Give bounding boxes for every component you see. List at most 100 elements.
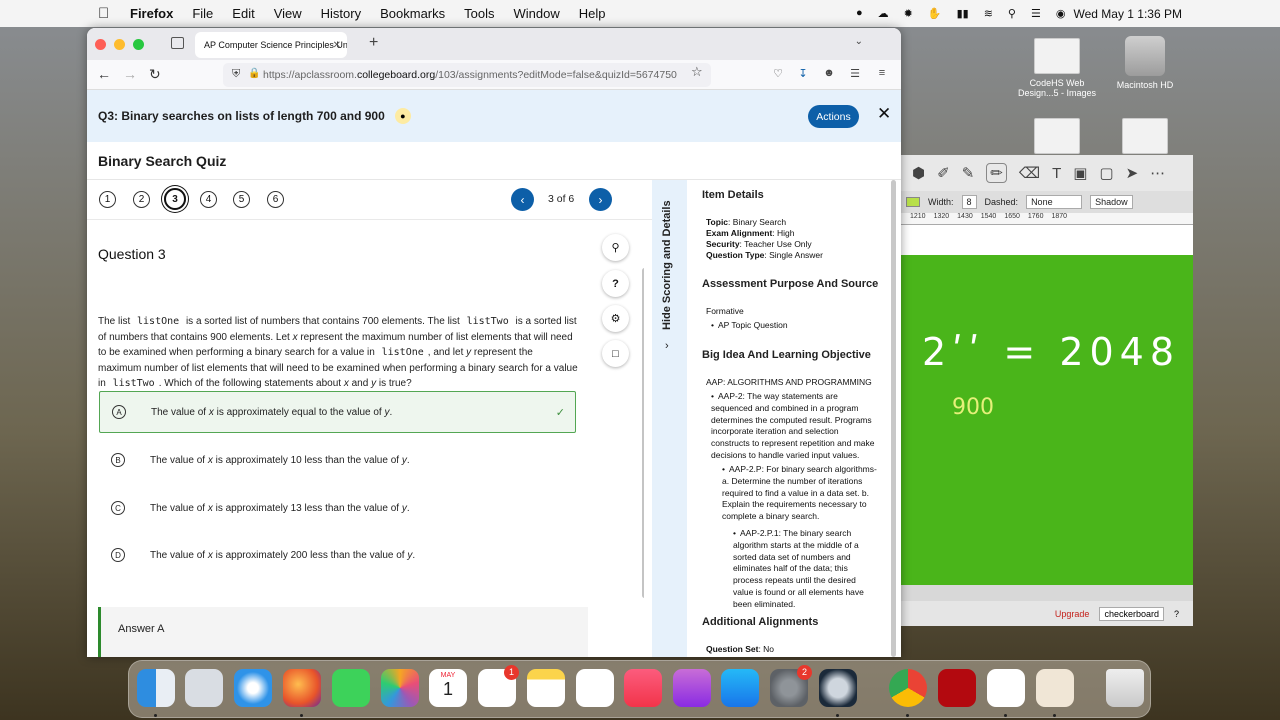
minimize-window-button[interactable] bbox=[114, 38, 125, 50]
brightness-icon[interactable]: ✹ bbox=[904, 7, 913, 20]
spotlight-search-icon[interactable]: ⚲ bbox=[1008, 7, 1016, 20]
freeform-icon[interactable] bbox=[576, 669, 614, 707]
desktop-icon-thumb-2[interactable] bbox=[1012, 118, 1102, 158]
more-icon[interactable]: ⋯ bbox=[1150, 164, 1165, 182]
back-icon[interactable]: ← bbox=[97, 66, 111, 82]
account-icon[interactable]: ☻ bbox=[822, 67, 836, 81]
battery-icon[interactable]: ▮▮ bbox=[957, 7, 969, 20]
trash-icon[interactable] bbox=[1106, 669, 1144, 707]
select-icon[interactable]: ▢ bbox=[1099, 164, 1113, 182]
quicktime-icon[interactable] bbox=[819, 669, 857, 707]
pocket-icon[interactable]: ♡ bbox=[771, 67, 785, 81]
question-nav-1[interactable]: 1 bbox=[99, 191, 116, 208]
control-center-icon[interactable]: ☰ bbox=[1031, 7, 1041, 20]
next-question-button[interactable]: › bbox=[589, 188, 612, 211]
menu-app[interactable]: Firefox bbox=[130, 6, 173, 21]
question-nav-4[interactable]: 4 bbox=[200, 191, 217, 208]
extensions-icon[interactable]: ☰ bbox=[848, 67, 862, 81]
text-tool-icon[interactable]: T bbox=[1052, 165, 1061, 182]
upgrade-link[interactable]: Upgrade bbox=[1055, 609, 1090, 619]
menu-bookmarks[interactable]: Bookmarks bbox=[380, 6, 445, 21]
launchpad-icon[interactable] bbox=[185, 669, 223, 707]
choice-d[interactable]: D The value of x is approximately 200 le… bbox=[99, 534, 576, 576]
calendar-icon[interactable]: MAY 1 bbox=[429, 669, 467, 707]
clock[interactable]: Wed May 1 1:36 PM bbox=[1074, 7, 1183, 21]
help-icon[interactable]: ? bbox=[602, 270, 629, 297]
menu-icon[interactable]: ≡ bbox=[875, 67, 889, 81]
menu-file[interactable]: File bbox=[192, 6, 213, 21]
hand-icon[interactable]: ✋ bbox=[928, 7, 942, 20]
vscode-icon[interactable] bbox=[987, 669, 1025, 707]
lock-icon[interactable]: 🔒 bbox=[248, 68, 260, 79]
finder-icon[interactable] bbox=[137, 669, 175, 707]
bookmark-icon[interactable]: □ bbox=[602, 340, 629, 367]
music-icon[interactable] bbox=[624, 669, 662, 707]
record-icon[interactable]: ● bbox=[856, 7, 863, 20]
apple-icon[interactable]:  bbox=[98, 5, 116, 22]
menu-edit[interactable]: Edit bbox=[232, 6, 254, 21]
tab-close-icon[interactable]: ✕ bbox=[333, 40, 341, 51]
photos-icon[interactable] bbox=[381, 669, 419, 707]
question-nav-2[interactable]: 2 bbox=[133, 191, 150, 208]
shadow-toggle[interactable]: Shadow bbox=[1090, 195, 1133, 209]
new-tab-icon[interactable]: + bbox=[369, 34, 378, 52]
lightbulb-icon[interactable]: ● bbox=[394, 108, 411, 124]
notes-icon[interactable] bbox=[527, 669, 565, 707]
background-select[interactable]: checkerboard bbox=[1099, 606, 1164, 621]
drawing-canvas[interactable]: 2ʹʹ = 2048 900 bbox=[900, 255, 1193, 585]
menu-tools[interactable]: Tools bbox=[464, 6, 494, 21]
eraser-icon[interactable]: ⌫ bbox=[1019, 164, 1040, 182]
zoom-window-button[interactable] bbox=[133, 38, 144, 50]
downloads-icon[interactable]: ↧ bbox=[796, 67, 810, 81]
messages-icon[interactable] bbox=[332, 669, 370, 707]
question-nav-3[interactable]: 3 bbox=[164, 188, 186, 210]
creative-cloud-icon[interactable]: ☁ bbox=[878, 7, 889, 20]
help-button[interactable]: ? bbox=[1174, 609, 1179, 619]
desktop-icon-thumb-3[interactable] bbox=[1100, 118, 1190, 158]
details-scrollbar[interactable] bbox=[891, 180, 896, 657]
browser-tab[interactable]: AP Computer Science Principles Un ✕ bbox=[195, 32, 347, 58]
zoom-in-icon[interactable]: ⚲ bbox=[602, 234, 629, 261]
siri-icon[interactable]: ◉ bbox=[1056, 7, 1066, 20]
menu-help[interactable]: Help bbox=[579, 6, 606, 21]
firefox-icon[interactable] bbox=[283, 669, 321, 707]
color-swatch[interactable] bbox=[906, 197, 920, 207]
wifi-icon[interactable]: ≋ bbox=[984, 7, 993, 20]
shield-icon[interactable]: ⛨ bbox=[232, 68, 240, 81]
pen-icon[interactable]: ✐ bbox=[937, 164, 950, 182]
close-icon[interactable]: ✕ bbox=[877, 104, 891, 124]
paint-icon[interactable]: ✎ bbox=[962, 164, 975, 182]
desktop-icon-codehs[interactable]: CodeHS Web Design...5 - Images bbox=[1012, 38, 1102, 98]
shape-icon[interactable]: ⬢ bbox=[912, 164, 925, 182]
previous-question-button[interactable]: ‹ bbox=[511, 188, 534, 211]
question-nav-6[interactable]: 6 bbox=[267, 191, 284, 208]
gear-icon[interactable]: ⚙ bbox=[602, 305, 629, 332]
menu-history[interactable]: History bbox=[321, 6, 361, 21]
forward-icon[interactable]: → bbox=[123, 66, 137, 82]
choice-c[interactable]: C The value of x is approximately 13 les… bbox=[99, 487, 576, 529]
question-scrollbar[interactable] bbox=[642, 268, 644, 598]
chevron-down-icon[interactable]: ⌄ bbox=[855, 36, 863, 47]
app-store-icon[interactable] bbox=[721, 669, 759, 707]
podcasts-icon[interactable] bbox=[673, 669, 711, 707]
acrobat-icon[interactable] bbox=[938, 669, 976, 707]
safari-icon[interactable] bbox=[234, 669, 272, 707]
choice-a[interactable]: A The value of x is approximately equal … bbox=[99, 391, 576, 433]
width-field[interactable]: 8 bbox=[961, 195, 977, 209]
crop-icon[interactable]: ▣ bbox=[1073, 164, 1087, 182]
pointer-icon[interactable]: ➤ bbox=[1126, 164, 1139, 182]
hide-scoring-toggle[interactable]: Hide Scoring and Details › bbox=[652, 180, 687, 657]
menu-window[interactable]: Window bbox=[514, 6, 560, 21]
actions-button[interactable]: Actions bbox=[808, 105, 859, 128]
paintbrush-icon[interactable] bbox=[1036, 669, 1074, 707]
brush-icon[interactable]: ✏ bbox=[986, 163, 1007, 183]
desktop-icon-macintosh-hd[interactable]: Macintosh HD bbox=[1100, 36, 1190, 90]
question-nav-5[interactable]: 5 bbox=[233, 191, 250, 208]
choice-b[interactable]: B The value of x is approximately 10 les… bbox=[99, 439, 576, 481]
dashed-select[interactable]: None bbox=[1026, 195, 1083, 209]
chrome-icon[interactable] bbox=[889, 669, 927, 707]
bookmark-star-icon[interactable]: ☆ bbox=[691, 64, 703, 80]
tab-overview-icon[interactable] bbox=[171, 37, 184, 49]
url-bar[interactable]: ⛨ 🔒 https://apclassroom. collegeboard.org… bbox=[223, 63, 711, 87]
close-window-button[interactable] bbox=[95, 38, 106, 50]
